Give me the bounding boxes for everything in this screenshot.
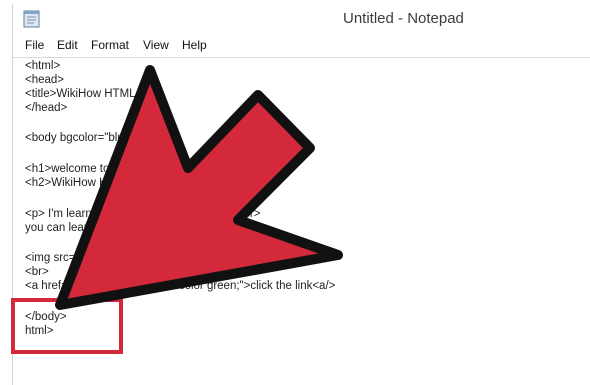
arrow-shape	[55, 65, 343, 310]
pointer-arrow-icon	[55, 65, 343, 310]
